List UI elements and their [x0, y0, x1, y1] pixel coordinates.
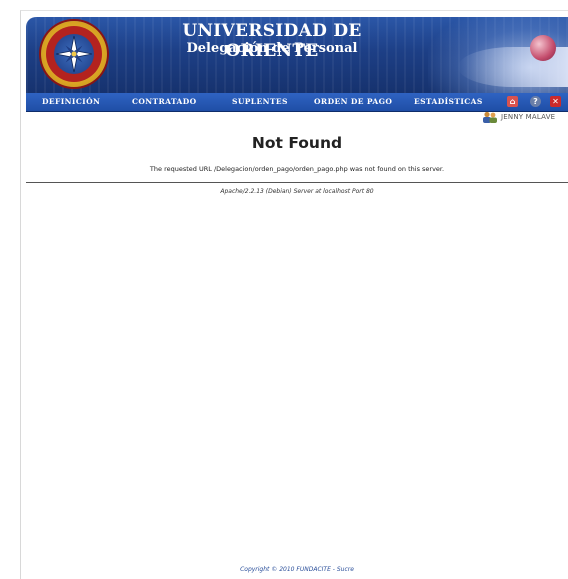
- main-menu: DEFINICIÓN CONTRATADO SUPLENTES ORDEN DE…: [26, 93, 568, 112]
- header-banner: UNIVERSIDAD DE ORIENTE Delegación de Per…: [26, 17, 568, 93]
- close-icon[interactable]: ✕: [550, 96, 561, 107]
- menu-item-definicion[interactable]: DEFINICIÓN: [42, 95, 100, 109]
- home-icon[interactable]: ⌂: [507, 96, 518, 107]
- error-title: Not Found: [251, 134, 343, 152]
- menu-item-contratado[interactable]: CONTRATADO: [132, 95, 197, 109]
- menu-item-suplentes[interactable]: SUPLENTES: [232, 95, 288, 109]
- university-seal-icon: [41, 21, 107, 87]
- footer-copyright: Copyright © 2010 FUNDACITE - Sucre: [240, 566, 354, 573]
- error-message: The requested URL /Delegacion/orden_pago…: [149, 165, 445, 173]
- department-subtitle: Delegación de Personal: [186, 41, 358, 56]
- server-address: Apache/2.2.13 (Debian) Server at localho…: [220, 188, 374, 195]
- banner-orb: [530, 35, 556, 61]
- users-icon: [483, 111, 497, 123]
- menu-item-estadisticas[interactable]: ESTADÍSTICAS: [414, 95, 483, 109]
- help-icon[interactable]: ?: [530, 96, 541, 107]
- divider: [26, 182, 568, 183]
- menu-item-orden-de-pago[interactable]: ORDEN DE PAGO: [314, 95, 392, 109]
- user-name: JENNY MALAVE: [501, 113, 556, 121]
- compass-star-icon: [55, 35, 93, 73]
